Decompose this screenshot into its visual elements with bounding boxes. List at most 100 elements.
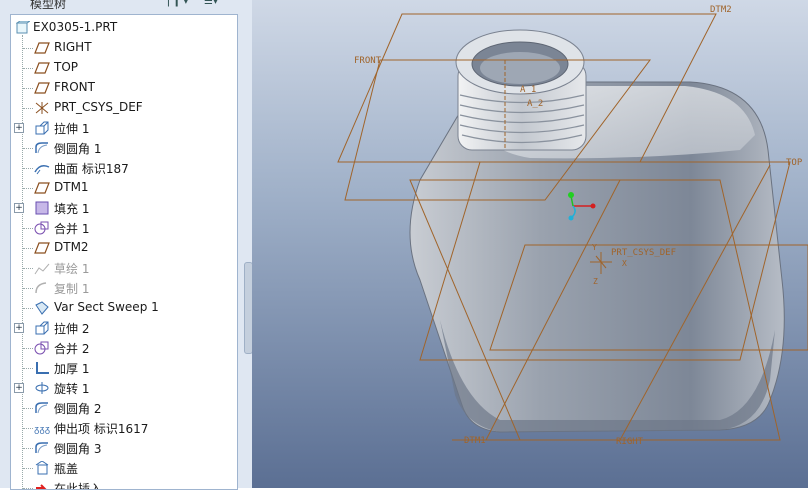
- thicken-icon: [34, 361, 50, 375]
- round-icon: [34, 401, 50, 415]
- tree-connector: [23, 468, 33, 469]
- tree-item-label: 拉伸 1: [54, 122, 90, 136]
- tree-item-label: FRONT: [54, 80, 95, 94]
- axis1-label: A_1: [520, 85, 536, 95]
- tree-connector: [23, 268, 33, 269]
- tree-item[interactable]: 瓶盖: [11, 458, 237, 478]
- tree-item[interactable]: RIGHT: [11, 38, 237, 58]
- tree-item-label: TOP: [54, 60, 79, 74]
- tree-item-label: 合并 2: [54, 342, 90, 356]
- right-label: RIGHT: [616, 437, 644, 447]
- tree-connector: [23, 88, 33, 89]
- show-settings-icon[interactable]: ▏▎▾: [168, 0, 188, 10]
- sweep-icon: [34, 301, 50, 315]
- tree-connector: [23, 368, 33, 369]
- tree-item[interactable]: 加厚 1: [11, 358, 237, 378]
- axis2-label: A_2: [527, 99, 543, 109]
- tree-item[interactable]: + 填充 1: [11, 198, 237, 218]
- tree-item[interactable]: DTM1: [11, 178, 237, 198]
- tree-item-label: 草绘 1: [54, 262, 90, 276]
- datum-plane-icon: [34, 61, 50, 75]
- tree-connector: [23, 248, 33, 249]
- revolve-icon: [34, 381, 50, 395]
- round-icon: [34, 141, 50, 155]
- expand-icon[interactable]: +: [14, 383, 24, 393]
- tree-item[interactable]: TOP: [11, 58, 237, 78]
- tree-connector: [23, 188, 33, 189]
- tree-connector: [23, 288, 33, 289]
- tree-item-label: 伸出项 标识1617: [54, 422, 149, 436]
- tree-item[interactable]: 倒圆角 2: [11, 398, 237, 418]
- top-label: TOP: [786, 158, 803, 168]
- tree-connector: [23, 228, 33, 229]
- tree-item[interactable]: Var Sect Sweep 1: [11, 298, 237, 318]
- tree-item-label: 曲面 标识187: [54, 162, 129, 176]
- tree-root-label: EX0305-1.PRT: [33, 20, 118, 34]
- tree-settings-icon[interactable]: ☰▾: [204, 0, 222, 10]
- csys-z-label: Z: [593, 277, 598, 286]
- expand-icon[interactable]: +: [14, 323, 24, 333]
- csys-y-label: Y: [592, 243, 597, 252]
- tree-connector: [23, 308, 33, 309]
- dtm2-label: DTM2: [710, 5, 732, 15]
- tree-item[interactable]: 复制 1: [11, 278, 237, 298]
- sketch-icon: [34, 261, 50, 275]
- expand-icon[interactable]: +: [14, 123, 24, 133]
- tree-item-label: 加厚 1: [54, 362, 90, 376]
- tree-item[interactable]: 合并 1: [11, 218, 237, 238]
- tree-connector: [23, 428, 33, 429]
- tree-connector: [23, 488, 33, 489]
- tree-item-label: DTM2: [54, 240, 89, 254]
- datum-plane-icon: [34, 181, 50, 195]
- tree-item-label: 复制 1: [54, 282, 90, 296]
- datum-plane-icon: [34, 41, 50, 55]
- round-icon: [34, 441, 50, 455]
- tree-item-label: 倒圆角 1: [54, 142, 102, 156]
- tree-root[interactable]: EX0305-1.PRT: [11, 18, 237, 38]
- tree-item[interactable]: PRT_CSYS_DEF: [11, 98, 237, 118]
- tree-connector: [23, 68, 33, 69]
- tree-connector: [23, 348, 33, 349]
- tree-connector: [23, 408, 33, 409]
- graphics-viewport[interactable]: DTM2 FRONT TOP DTM1 RIGHT PRT_CSYS_DEF A…: [252, 0, 808, 488]
- tree-item-label: 瓶盖: [54, 462, 79, 476]
- datum-plane-icon: [34, 81, 50, 95]
- tree-item[interactable]: + 拉伸 1: [11, 118, 237, 138]
- model-view: DTM2 FRONT TOP DTM1 RIGHT PRT_CSYS_DEF A…: [337, 5, 808, 447]
- tree-item[interactable]: 倒圆角 1: [11, 138, 237, 158]
- tree-item-label: 旋转 1: [54, 382, 90, 396]
- neck-inner: [480, 52, 560, 84]
- tree-item[interactable]: 曲面 标识187: [11, 158, 237, 178]
- merge-icon: [34, 341, 50, 355]
- tree-item[interactable]: ᵹᵹᵹ 伸出项 标识1617: [11, 418, 237, 438]
- tree-item[interactable]: DTM2: [11, 238, 237, 258]
- tree-item[interactable]: + 旋转 1: [11, 378, 237, 398]
- protrusion-icon: ᵹᵹᵹ: [34, 421, 50, 435]
- tree-item[interactable]: 在此插入: [11, 478, 237, 489]
- surface-icon: [34, 161, 50, 175]
- tree-item[interactable]: 合并 2: [11, 338, 237, 358]
- csys-label: PRT_CSYS_DEF: [611, 248, 676, 258]
- tree-connector: [23, 108, 33, 109]
- tree-item-label: 填充 1: [54, 202, 90, 216]
- copy-icon: [34, 281, 50, 295]
- panel-splitter[interactable]: [238, 14, 252, 488]
- expand-icon[interactable]: +: [14, 203, 24, 213]
- cap-icon: [34, 460, 50, 475]
- tree-item[interactable]: 草绘 1: [11, 258, 237, 278]
- tree-item[interactable]: + 拉伸 2: [11, 318, 237, 338]
- csys-x-label: X: [622, 259, 627, 268]
- model-tree: EX0305-1.PRT RIGHT TOP FRONT PRT_CSYS_DEF + 拉…: [10, 14, 238, 490]
- part-icon: [15, 20, 32, 35]
- extrude-icon: [34, 121, 50, 135]
- tree-item-label: 拉伸 2: [54, 322, 90, 336]
- front-label: FRONT: [354, 56, 382, 66]
- tree-item-label: 倒圆角 2: [54, 402, 102, 416]
- svg-text:ᵹᵹᵹ: ᵹᵹᵹ: [34, 425, 50, 435]
- merge-icon: [34, 221, 50, 235]
- dtm1-label: DTM1: [464, 436, 486, 446]
- tree-item[interactable]: FRONT: [11, 78, 237, 98]
- model-tree-header: 模型树 ▏▎▾ ☰▾: [0, 0, 252, 12]
- csys-icon: [34, 101, 50, 115]
- tree-item[interactable]: 倒圆角 3: [11, 438, 237, 458]
